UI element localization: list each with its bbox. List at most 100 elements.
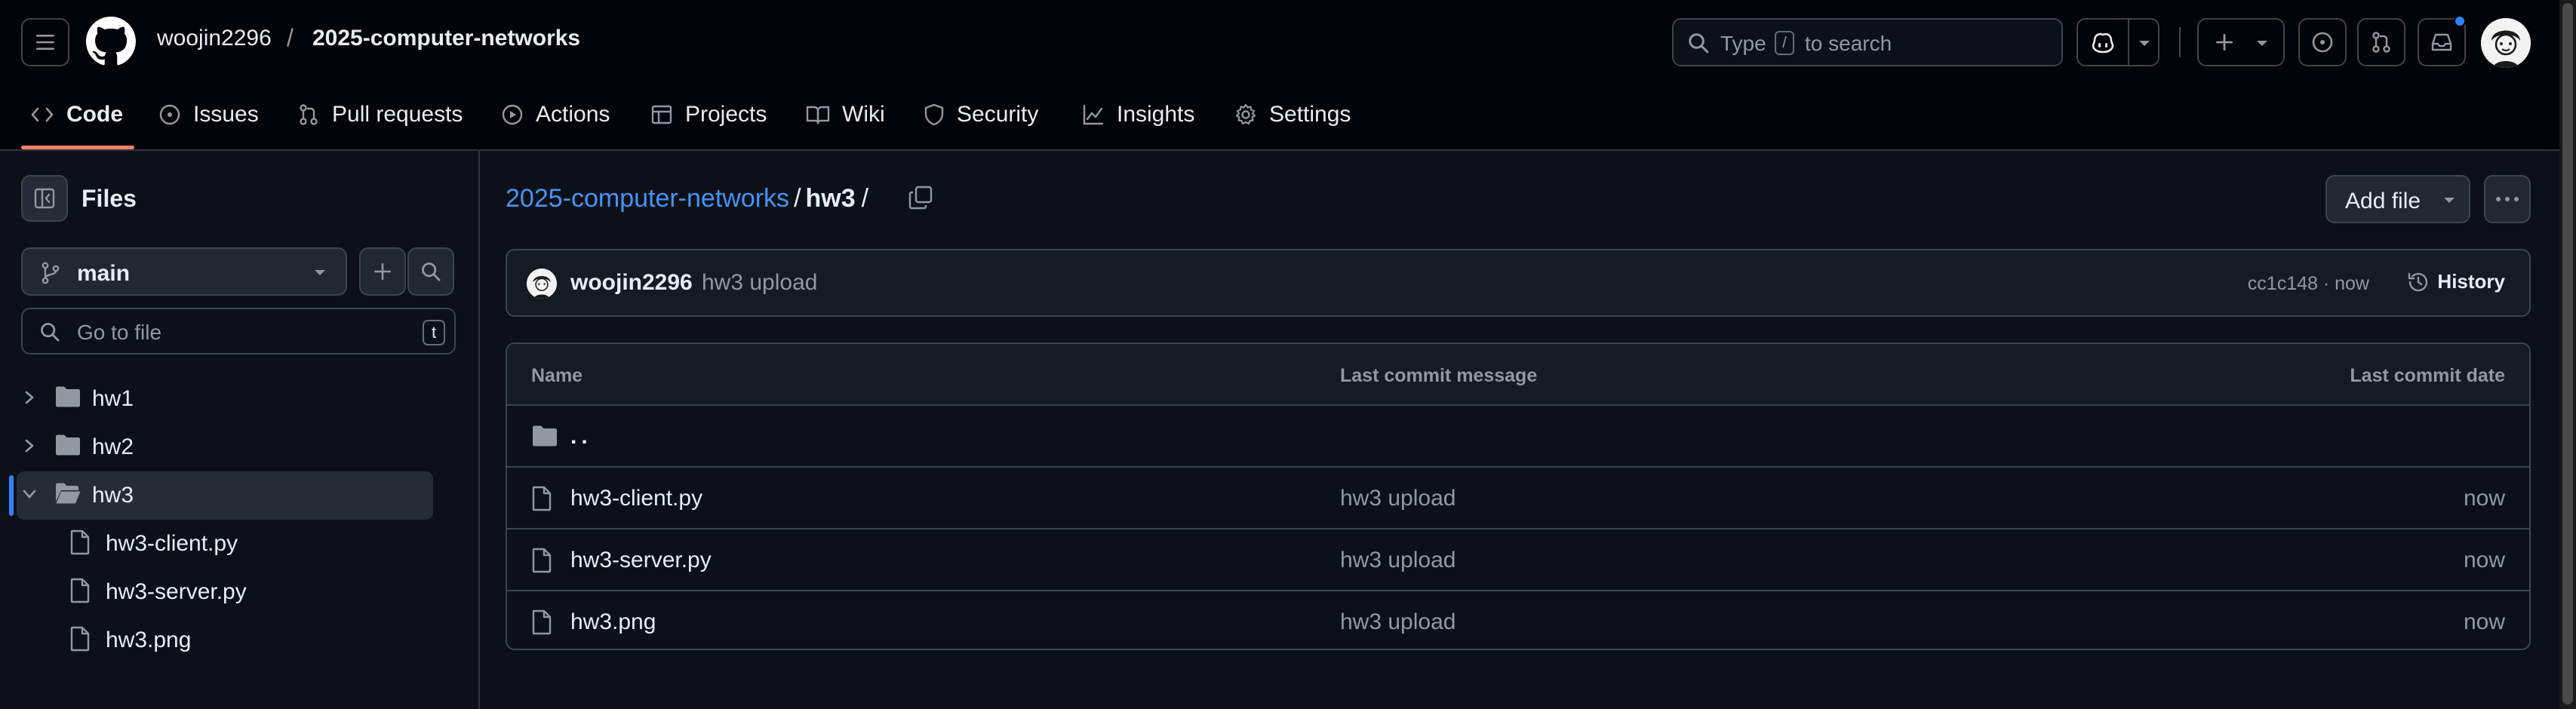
folder-open-icon (56, 483, 81, 504)
your-issues-button[interactable] (2298, 18, 2347, 66)
git-branch-icon (41, 262, 60, 284)
search-icon (41, 323, 60, 342)
tab-settings[interactable]: Settings (1234, 98, 1351, 131)
add-file-sidebar-button[interactable] (359, 247, 406, 296)
user-avatar[interactable] (2481, 18, 2531, 68)
commit-date: now (2463, 609, 2505, 634)
file-icon (70, 626, 90, 652)
search-icon (1689, 33, 1709, 54)
file-icon (532, 609, 552, 635)
tree-item-label: hw3-client.py (106, 531, 238, 556)
tab-actions-label: Actions (536, 102, 610, 127)
commit-message-link[interactable]: hw3 upload (1340, 548, 1456, 573)
commit-author-avatar[interactable] (527, 269, 557, 299)
plus-icon (2216, 34, 2233, 51)
table-row[interactable]: hw3-server.py hw3 upload now (507, 529, 2529, 591)
folder-icon (56, 386, 80, 407)
pull-request-icon (300, 104, 318, 125)
tree-item-label: hw3 (92, 483, 134, 508)
table-row-parent-directory[interactable]: .. (507, 406, 2529, 468)
collapse-sidebar-button[interactable] (21, 175, 68, 222)
search-prefix-text: Type (1720, 32, 1766, 55)
your-pull-requests-button[interactable] (2357, 18, 2405, 66)
search-input[interactable]: Type / to search (1672, 18, 2063, 66)
tab-code-label: Code (66, 102, 123, 127)
chevron-right-icon[interactable] (24, 391, 35, 404)
tab-insights[interactable]: Insights (1082, 98, 1194, 131)
branch-selector[interactable]: main (21, 247, 347, 296)
tab-wiki[interactable]: Wiki (806, 98, 885, 131)
tree-item-file[interactable]: hw3-server.py (0, 567, 433, 614)
tree-item-label: hw2 (92, 434, 134, 459)
folder-icon (56, 434, 80, 456)
repo-owner-link[interactable]: woojin2296 (157, 26, 272, 51)
tree-item-label: hw3-server.py (106, 579, 247, 604)
copy-path-icon[interactable] (908, 186, 933, 210)
tree-item-folder[interactable]: hw2 (0, 422, 433, 469)
tab-pull-requests-label: Pull requests (332, 102, 463, 127)
repo-name-link[interactable]: 2025-computer-networks (312, 26, 580, 51)
breadcrumb-current-dir: hw3 (805, 184, 856, 213)
chevron-down-icon (2444, 198, 2455, 203)
copilot-button-group[interactable] (2076, 18, 2159, 66)
commit-sha-time[interactable]: cc1c148 · now (2248, 273, 2369, 295)
tree-item-label: hw1 (92, 386, 134, 411)
tab-wiki-label: Wiki (842, 102, 885, 127)
file-icon (532, 548, 552, 573)
tree-item-file[interactable]: hw3-client.py (0, 519, 433, 566)
github-logo-icon[interactable] (86, 17, 136, 66)
table-row[interactable]: hw3.png hw3 upload now (507, 591, 2529, 649)
chevron-down-icon[interactable] (2138, 40, 2150, 48)
commit-date: now (2463, 486, 2505, 511)
commit-message-link[interactable]: hw3 upload (1340, 609, 1456, 635)
breadcrumb-repo-link[interactable]: 2025-computer-networks (506, 184, 789, 213)
table-row[interactable]: hw3-client.py hw3 upload now (507, 468, 2529, 529)
go-to-file-input[interactable]: Go to file t (21, 308, 456, 354)
add-file-button[interactable]: Add file (2325, 175, 2470, 223)
file-list-table: Name Last commit message Last commit dat… (506, 342, 2531, 650)
chevron-down-icon[interactable] (23, 489, 36, 499)
latest-commit-bar: woojin2296 hw3 upload cc1c148 · now Hist… (506, 249, 2531, 317)
tab-actions[interactable]: Actions (501, 98, 610, 131)
tab-insights-label: Insights (1117, 102, 1195, 127)
history-button[interactable]: History (2407, 270, 2505, 293)
play-icon (502, 104, 523, 125)
page-scrollbar-thumb[interactable] (2562, 3, 2573, 704)
tree-item-label: hw3.png (106, 628, 192, 652)
commit-message-link[interactable]: hw3 upload (1340, 486, 1456, 511)
chevron-right-icon[interactable] (24, 439, 35, 453)
commit-date: now (2463, 548, 2505, 572)
breadcrumb-separator: / (794, 184, 801, 213)
tab-pull-requests[interactable]: Pull requests (297, 98, 463, 131)
go-to-file-shortcut-key: t (423, 320, 445, 345)
pull-request-icon (2372, 32, 2390, 53)
file-icon (532, 486, 552, 511)
column-header-message: Last commit message (1340, 365, 1538, 386)
tab-issues[interactable]: Issues (158, 98, 259, 131)
commit-message-link[interactable]: hw3 upload (702, 270, 817, 296)
search-files-button[interactable] (407, 247, 454, 296)
copilot-divider (2128, 20, 2129, 65)
parent-directory-link[interactable]: .. (570, 424, 592, 450)
add-file-label: Add file (2345, 189, 2421, 213)
commit-author-link[interactable]: woojin2296 (570, 270, 693, 296)
create-new-button[interactable] (2197, 18, 2285, 66)
tab-security-label: Security (957, 102, 1039, 127)
tree-item-folder-selected[interactable]: hw3 (0, 471, 433, 517)
sidebar-collapse-icon (34, 188, 55, 209)
hamburger-menu-button[interactable] (21, 18, 69, 66)
table-icon (651, 105, 672, 124)
tab-projects[interactable]: Projects (650, 98, 767, 131)
file-name-link[interactable]: hw3-client.py (570, 486, 702, 511)
go-to-file-placeholder: Go to file (77, 321, 162, 344)
more-options-button[interactable] (2484, 175, 2531, 223)
file-name-link[interactable]: hw3.png (570, 609, 656, 635)
tab-security[interactable]: Security (924, 98, 1038, 131)
file-name-link[interactable]: hw3-server.py (570, 548, 712, 573)
tab-settings-label: Settings (1269, 102, 1351, 127)
tree-item-folder[interactable]: hw1 (0, 374, 433, 421)
tree-item-file[interactable]: hw3.png (0, 615, 433, 662)
tab-code[interactable]: Code (30, 98, 123, 131)
history-icon (2408, 272, 2428, 291)
active-tab-indicator (21, 146, 134, 149)
